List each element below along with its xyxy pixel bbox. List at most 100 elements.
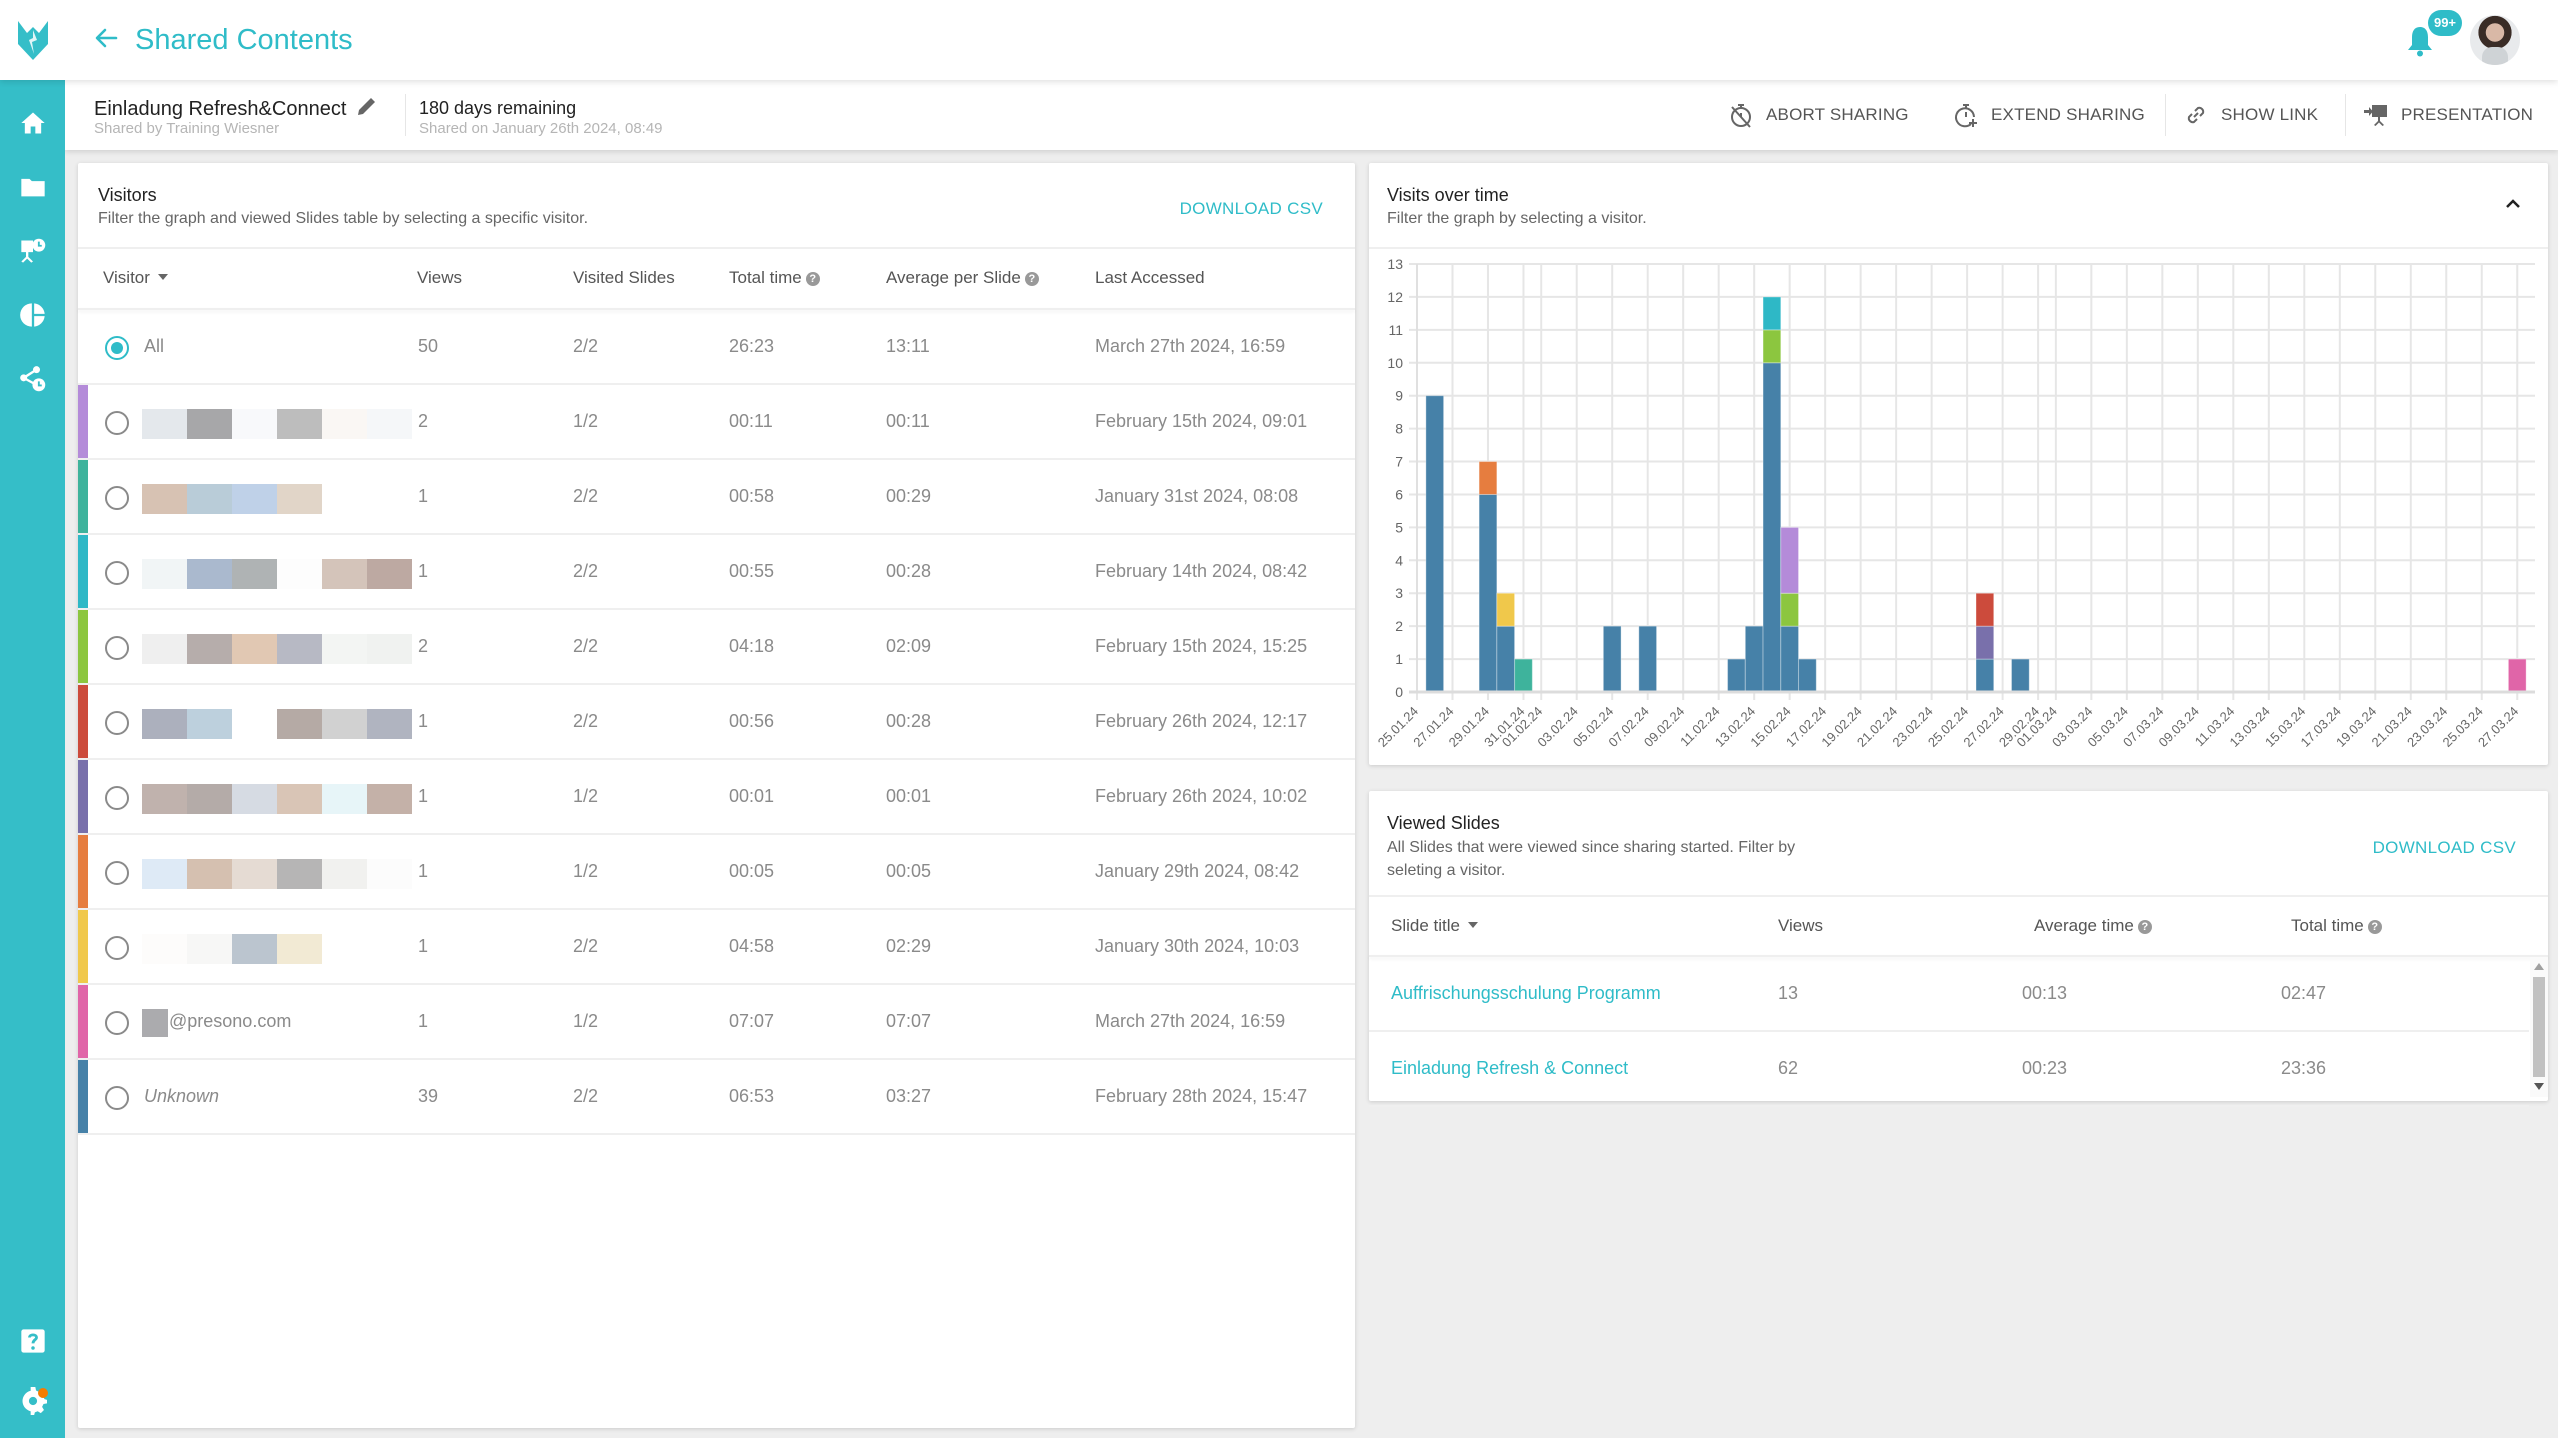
slides-download-csv-button[interactable]: DOWNLOAD CSV <box>2373 838 2516 858</box>
bar-segment[interactable] <box>1780 625 1800 693</box>
bar-segment[interactable] <box>1727 658 1746 693</box>
bar-segment[interactable] <box>1762 362 1782 693</box>
y-tick-label: 7 <box>1395 454 1403 470</box>
visitor-radio[interactable] <box>105 1086 129 1110</box>
help-icon[interactable]: ? <box>1024 272 1039 286</box>
redaction-block <box>277 484 322 514</box>
column-slide-title-label: Slide title <box>1391 916 1460 935</box>
redaction-block <box>142 859 187 889</box>
scroll-up-arrow-icon[interactable] <box>2534 963 2544 970</box>
sidebar-item-home[interactable] <box>0 98 65 148</box>
sidebar-item-shared-contents[interactable] <box>0 354 65 404</box>
help-icon[interactable]: ? <box>805 272 820 286</box>
sidebar-item-help[interactable] <box>0 1316 65 1366</box>
visitor-radio[interactable] <box>105 861 129 885</box>
help-icon[interactable]: ? <box>2137 920 2152 934</box>
sidebar-item-settings[interactable] <box>0 1376 65 1426</box>
visitor-radio[interactable] <box>105 486 129 510</box>
bar-segment[interactable] <box>1514 658 1533 693</box>
app-logo[interactable] <box>0 0 65 80</box>
bar-segment[interactable] <box>1496 592 1516 627</box>
visitor-row[interactable]: 1 2/2 00:55 00:28 February 14th 2024, 08:42 <box>78 535 1355 610</box>
bar-segment[interactable] <box>1975 658 1995 693</box>
redaction-block <box>187 409 232 439</box>
sidebar-item-presentations[interactable] <box>0 226 65 276</box>
bar-segment[interactable] <box>1602 625 1622 693</box>
presentation-label: PRESENTATION <box>2401 105 2534 124</box>
scroll-down-arrow-icon[interactable] <box>2534 1083 2544 1090</box>
presentation-button[interactable]: PRESENTATION <box>2363 100 2533 130</box>
visitor-radio[interactable] <box>105 1011 129 1035</box>
visitor-color-stripe <box>78 835 88 908</box>
abort-sharing-button[interactable]: ABORT SHARING <box>1728 100 1909 130</box>
bar-segment[interactable] <box>2507 658 2527 693</box>
column-header-visitor[interactable]: Visitor <box>103 268 168 288</box>
visitor-row[interactable]: 1 1/2 00:01 00:01 February 26th 2024, 10:02 <box>78 760 1355 835</box>
visits-chart[interactable]: 01234567891011121325.01.2427.01.2429.01.… <box>1369 163 2548 765</box>
visitor-color-stripe <box>78 535 88 608</box>
visitor-radio[interactable] <box>105 411 129 435</box>
divider <box>2165 94 2166 136</box>
visitors-download-csv-button[interactable]: DOWNLOAD CSV <box>1180 199 1323 219</box>
bar-segment[interactable] <box>1425 395 1445 693</box>
show-link-button[interactable]: SHOW LINK <box>2183 100 2318 130</box>
sidebar-item-folder[interactable] <box>0 162 65 212</box>
visitor-row[interactable]: 1 2/2 00:58 00:29 January 31st 2024, 08:08 <box>78 460 1355 535</box>
visitor-radio[interactable] <box>105 636 129 660</box>
shared-by: Shared by Training Wiesner <box>94 120 280 137</box>
bar-segment[interactable] <box>1780 526 1800 594</box>
visitor-radio[interactable] <box>105 561 129 585</box>
redaction-block <box>277 784 322 814</box>
redaction-block <box>367 409 412 439</box>
bar-segment[interactable] <box>1478 493 1498 693</box>
bar-segment[interactable] <box>1975 625 1995 660</box>
user-avatar[interactable] <box>2470 15 2520 65</box>
visitor-row[interactable]: 2 2/2 04:18 02:09 February 15th 2024, 15:25 <box>78 610 1355 685</box>
scroll-thumb[interactable] <box>2533 977 2545 1077</box>
bar-segment[interactable] <box>1762 296 1782 331</box>
visitor-last: January 29th 2024, 08:42 <box>1095 861 1300 881</box>
redacted-visitor-name <box>142 559 412 589</box>
column-header-slide-title[interactable]: Slide title <box>1391 916 1478 936</box>
edit-title-button[interactable] <box>355 94 379 118</box>
slides-scrollbar[interactable] <box>2530 957 2548 1097</box>
visitor-row[interactable]: 1 2/2 00:56 00:28 February 26th 2024, 12:17 <box>78 685 1355 760</box>
bar-segment[interactable] <box>1478 461 1498 495</box>
redaction-block <box>232 559 277 589</box>
redaction-block <box>142 484 187 514</box>
bar-segment[interactable] <box>1780 592 1800 627</box>
visitor-total: 00:01 <box>729 786 775 806</box>
redaction-block <box>187 634 232 664</box>
slide-title-link[interactable]: Auffrischungsschulung Programm <box>1391 983 1661 1004</box>
visitor-avg: 00:01 <box>886 786 932 806</box>
days-remaining: 180 days remaining <box>419 98 577 118</box>
bar-segment[interactable] <box>1975 592 1995 627</box>
visitor-total: 04:18 <box>729 636 775 656</box>
visitors-description: Filter the graph and viewed Slides table… <box>98 210 589 227</box>
slide-title-link[interactable]: Einladung Refresh & Connect <box>1391 1058 1628 1079</box>
visitor-radio[interactable] <box>105 711 129 735</box>
bar-segment[interactable] <box>1638 625 1658 693</box>
back-arrow-icon[interactable] <box>90 22 122 54</box>
visitor-row[interactable]: 1 1/2 00:05 00:05 January 29th 2024, 08:42 <box>78 835 1355 910</box>
bar-segment[interactable] <box>1744 625 1764 693</box>
visitor-row[interactable]: Unknown 39 2/2 06:53 03:27 February 28th 2024… <box>78 1060 1355 1135</box>
help-icon[interactable]: ? <box>2367 920 2382 934</box>
bar-segment[interactable] <box>1798 658 1817 693</box>
bar-segment[interactable] <box>2010 658 2030 693</box>
visitor-radio[interactable] <box>105 336 129 360</box>
notification-count-badge: 99+ <box>2428 10 2462 36</box>
visitor-total: 00:05 <box>729 861 775 881</box>
column-average-per-slide-label: Average per Slide <box>886 268 1021 287</box>
visitor-row[interactable]: 2 1/2 00:11 00:11 February 15th 2024, 09:01 <box>78 385 1355 460</box>
bar-segment[interactable] <box>1762 329 1782 364</box>
visitor-row[interactable]: 1 2/2 04:58 02:29 January 30th 2024, 10:03 <box>78 910 1355 985</box>
visitor-radio[interactable] <box>105 786 129 810</box>
extend-sharing-button[interactable]: EXTEND SHARING <box>1953 100 2145 130</box>
visitor-row-all[interactable]: All 50 2/2 26:23 13:11 March 27th 2024, 16:59 <box>78 310 1355 385</box>
bar-segment[interactable] <box>1496 625 1516 693</box>
visitor-radio[interactable] <box>105 936 129 960</box>
sidebar-item-analytics[interactable] <box>0 290 65 340</box>
column-header-views: Views <box>1778 916 1824 935</box>
visitor-row[interactable]: @presono.com 1 1/2 07:07 07:07 March 27th 202… <box>78 985 1355 1060</box>
